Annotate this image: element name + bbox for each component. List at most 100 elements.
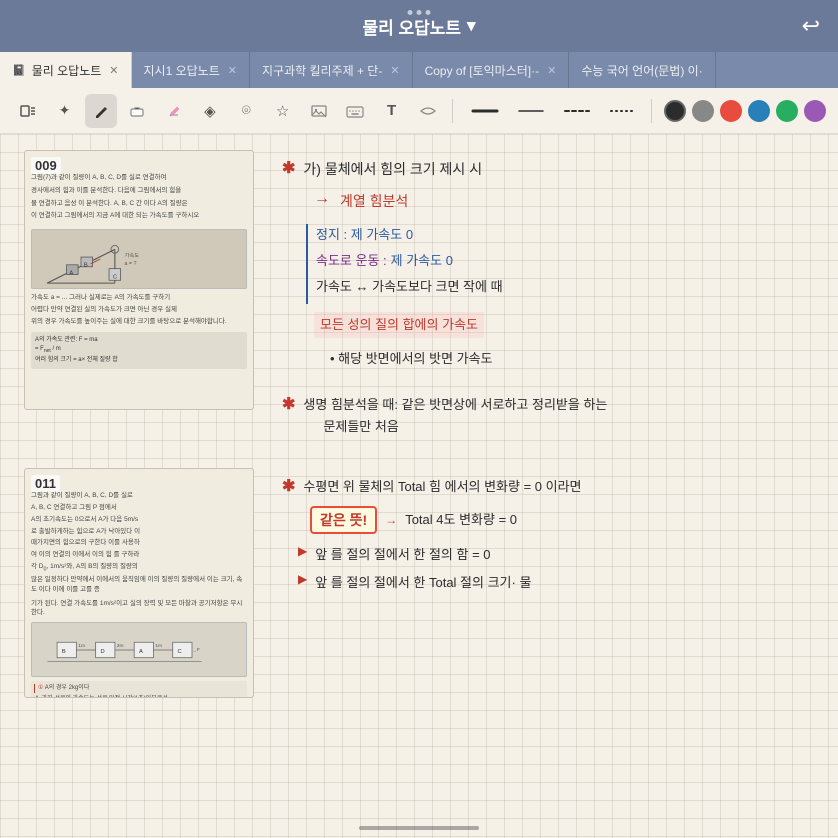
note-011-text4: 앞 를 절의 절에서 한 Total 절의 크기· 물 [315, 572, 531, 594]
note-011-line4: ▶ 앞 를 절의 절에서 한 Total 절의 크기· 물 [298, 572, 814, 594]
shape-tool-button[interactable]: ◈ [194, 94, 226, 128]
note-image-009: 009 그림(7)과 같이 질량이 A, B, C, D를 실로 연결하여 경사… [24, 150, 254, 410]
color-red-swatch[interactable] [720, 100, 742, 122]
tab-close-icon[interactable]: ✕ [547, 64, 556, 77]
stroke-solid-thick[interactable] [465, 103, 505, 119]
color-palette [664, 100, 826, 122]
more-tool-button[interactable] [412, 94, 444, 128]
app-title: 물리 오답노트 ▾ [362, 14, 475, 39]
same-meaning-box: 같은 뜻! → Total 4도 변화량 = 0 [310, 506, 814, 534]
star-tool-button[interactable]: ☆ [266, 94, 298, 128]
stroke-solid-thin[interactable] [511, 103, 551, 119]
svg-text:가속도: 가속도 [125, 251, 140, 259]
bracket-line-3: 가속도 ↔ 가속도보다 크면 작에 때 [316, 276, 503, 298]
svg-text:1m: 1m [78, 643, 85, 649]
tab-suneung-korean[interactable]: 수능 국어 언어(문법) 이· [569, 52, 715, 88]
tab-label: Copy of [토익마스터]·- [425, 62, 540, 79]
total-variation-text: Total 4도 변화량 = 0 [405, 509, 517, 531]
note-011-text1: 수평면 위 물체의 Total 힘 에서의 변화량 = 0 이라면 [303, 479, 581, 494]
scroll-indicator [359, 826, 479, 830]
same-text-box: 같은 뜻! [310, 506, 377, 534]
canvas-area[interactable]: 009 그림(7)과 같이 질량이 A, B, C, D를 실로 연결하여 경사… [0, 134, 838, 838]
color-blue-swatch[interactable] [748, 100, 770, 122]
arrow-icon-3: ▶ [298, 544, 307, 558]
tab-science1[interactable]: 지시1 오답노트 ✕ [132, 52, 250, 88]
note-star2-text: 생명 힘분석을 때: 같은 밧면상에 서로하고 정리받을 하는 [303, 397, 607, 412]
toolbar: ✦ ◈ ⌾ ☆ T [0, 88, 838, 134]
stroke-dotted[interactable] [603, 103, 643, 119]
highlight-text-009: 모든 성의 질의 합에의 가속도 [320, 317, 478, 332]
tab-bar: 📓 물리 오답노트 ✕ 지시1 오답노트 ✕ 지구과학 킬리주제 + 단- ✕ … [0, 52, 838, 88]
svg-text:F: F [197, 647, 200, 653]
svg-text:D: D [100, 649, 104, 655]
color-black-swatch[interactable] [664, 100, 686, 122]
color-gray-swatch[interactable] [692, 100, 714, 122]
highlight-line-009: 모든 성의 질의 합에의 가속도 [314, 312, 484, 338]
note-text-009: ✱ 가) 물체에서 힘의 크기 제시 시 → 계열 힘분석 정지 : 제 가속도… [274, 150, 814, 444]
note-011-line3: ▶ 앞 를 절의 절에서 한 절의 함 = 0 [298, 544, 814, 566]
back-button[interactable]: ↩ [802, 13, 820, 39]
svg-text:B: B [62, 649, 66, 655]
bluetooth-button[interactable]: ✦ [48, 94, 80, 128]
tab-close-icon[interactable]: ✕ [228, 64, 237, 77]
tab-earth-science[interactable]: 지구과학 킬리주제 + 단- ✕ [250, 52, 413, 88]
tab-close-icon[interactable]: ✕ [109, 64, 118, 77]
image-tool-button[interactable] [303, 94, 335, 128]
red-arrow-009: → [251, 179, 254, 197]
bracket-label-2: 속도로 운동 : [316, 250, 387, 272]
note-section-011: 011 그림과 같이 질량이 A, B, C, D를 실로 A, B, C 연결… [24, 468, 814, 728]
stroke-options [465, 103, 643, 119]
arrow-icon-4: ▶ [298, 572, 307, 586]
star-icon-2: ✱ [282, 394, 295, 414]
tab-label: 지시1 오답노트 [144, 62, 220, 79]
scan-text-009: 그림(7)과 같이 질량이 A, B, C, D를 실로 연결하여 경사에서의 … [31, 173, 247, 369]
note-text-line-1: 가) 물체에서 힘의 크기 제시 시 [303, 161, 482, 177]
note-line-1: ✱ 가) 물체에서 힘의 크기 제시 시 [282, 158, 814, 182]
tab-label: 물리 오답노트 [32, 62, 102, 79]
bracket-group-009: 정지 : 제 가속도 0 속도로 운동 : 제 가속도 0 가속도 ↔ 가속도보… [306, 224, 814, 304]
note-text-011: ✱ 수평면 위 물체의 Total 힘 에서의 변화량 = 0 이라면 같은 뜻… [274, 468, 814, 728]
toolbar-separator-1 [452, 99, 453, 123]
dot-line-009: • 해당 밧면에서의 밧면 가속도 [330, 348, 814, 370]
note-gyeyeol: 계열 힘분석 [340, 190, 408, 214]
bracket-text-2: 제 가속도 0 [391, 250, 453, 272]
note-image-011: 011 그림과 같이 질량이 A, B, C, D를 실로 A, B, C 연결… [24, 468, 254, 698]
pen-tool-button[interactable] [85, 94, 117, 128]
arrow-icon-2: → [385, 513, 397, 527]
bracket-text-3: 가속도 ↔ 가속도보다 크면 작에 때 [316, 276, 503, 298]
color-green-swatch[interactable] [776, 100, 798, 122]
title-chevron-icon[interactable]: ▾ [467, 16, 476, 36]
color-purple-swatch[interactable] [804, 100, 826, 122]
stroke-dashed[interactable] [557, 103, 597, 119]
eraser-tool-button[interactable] [121, 94, 153, 128]
lasso-tool-button[interactable] [12, 94, 44, 128]
star-icon-3: ✱ [282, 476, 295, 496]
title-bar: 물리 오답노트 ▾ ↩ [0, 0, 838, 52]
bracket-line-2: 속도로 운동 : 제 가속도 0 [316, 250, 503, 272]
tab-copy-toeic[interactable]: Copy of [토익마스터]·- ✕ [413, 52, 570, 88]
note-section-009: 009 그림(7)과 같이 질량이 A, B, C, D를 실로 연결하여 경사… [24, 150, 814, 444]
toolbar-separator-2 [651, 99, 652, 123]
svg-text:a = ?: a = ? [125, 261, 137, 267]
highlighter-tool-button[interactable] [157, 94, 189, 128]
tab-physics-notes[interactable]: 📓 물리 오답노트 ✕ [0, 52, 132, 88]
note-line-arrow: → 계열 힘분석 [314, 190, 814, 214]
note-011-text3: 앞 를 절의 절에서 한 절의 함 = 0 [315, 544, 490, 566]
text-tool-button[interactable]: T [375, 94, 407, 128]
tab-close-icon[interactable]: ✕ [390, 64, 399, 77]
star-icon-1: ✱ [282, 158, 295, 178]
bracket-line-1: 정지 : 제 가속도 0 [316, 224, 503, 246]
keyboard-tool-button[interactable] [339, 94, 371, 128]
lasso2-tool-button[interactable]: ⌾ [230, 94, 262, 128]
tab-label: 수능 국어 언어(문법) 이· [581, 62, 702, 79]
svg-text:2m: 2m [117, 643, 124, 649]
title-text: 물리 오답노트 [362, 14, 461, 39]
svg-text:C: C [178, 649, 182, 655]
image-number-009: 009 [31, 157, 61, 174]
bracket-text-1: 정지 : 제 가속도 0 [316, 224, 413, 246]
note-011-line1: ✱ 수평면 위 물체의 Total 힘 에서의 변화량 = 0 이라면 [282, 476, 814, 498]
tab-icon: 📓 [12, 64, 26, 77]
svg-text:A: A [69, 270, 73, 276]
svg-text:A: A [139, 649, 143, 655]
dot-text-009: • 해당 밧면에서의 밧면 가속도 [330, 348, 493, 370]
